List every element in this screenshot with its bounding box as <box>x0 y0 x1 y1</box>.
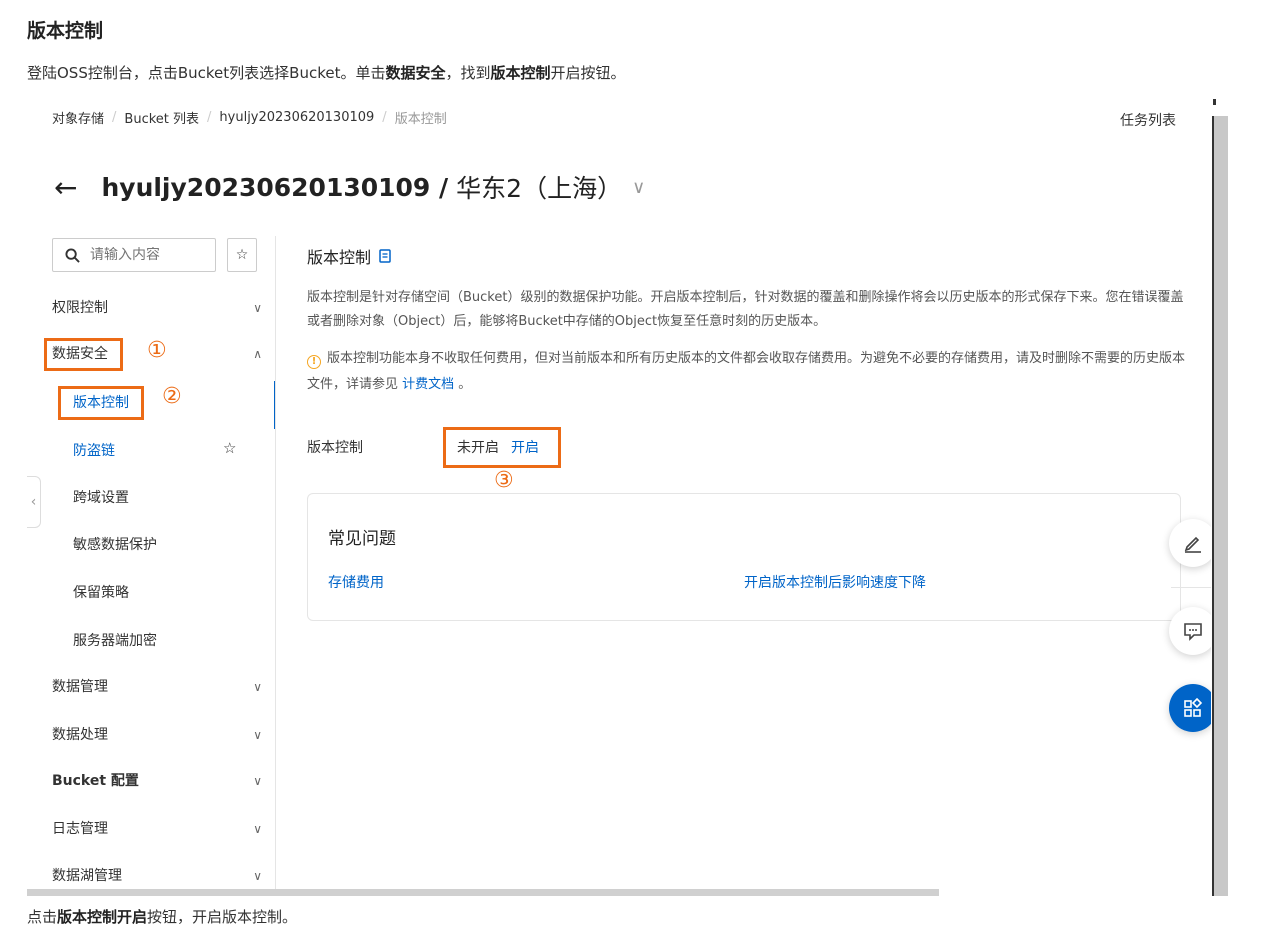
sidebar-item-label: Bucket 配置 <box>52 773 139 789</box>
intro-bold-data-security: 数据安全 <box>385 64 446 82</box>
enable-versioning-button[interactable]: 开启 <box>511 437 539 457</box>
breadcrumb: 对象存储 / Bucket 列表 / hyuljy20230620130109 … <box>52 108 447 127</box>
sidebar-item-data-lake[interactable]: 数据湖管理 ∨ <box>52 864 262 888</box>
star-icon[interactable]: ☆ <box>223 439 236 457</box>
breadcrumb-separator: / <box>382 110 387 125</box>
sidebar-item-label: 日志管理 <box>52 821 108 837</box>
apps-grid-icon <box>1184 697 1203 717</box>
annotation-step-3: ③ <box>494 468 514 493</box>
sidebar-item-label: 数据管理 <box>52 679 108 695</box>
scrollbar-up-arrow[interactable] <box>1213 99 1216 105</box>
sidebar-item-label: 数据处理 <box>52 727 108 743</box>
search-input[interactable] <box>90 247 200 263</box>
breadcrumb-separator: / <box>112 110 117 125</box>
breadcrumb-item-current: 版本控制 <box>394 112 447 127</box>
billing-doc-link[interactable]: 计费文档 <box>402 377 454 392</box>
chat-icon <box>1184 623 1202 641</box>
sidebar-subitem-cors[interactable]: 跨域设置 <box>73 486 129 510</box>
annotation-step-2: ② <box>162 384 182 409</box>
annotation-box-1 <box>44 338 123 371</box>
faq-title: 常见问题 <box>328 529 396 549</box>
chevron-down-icon: ∨ <box>253 822 262 836</box>
outro-text: 点击 <box>27 908 58 926</box>
doc-intro: 登陆OSS控制台，点击Bucket列表选择Bucket。单击数据安全，找到版本控… <box>27 62 626 83</box>
task-list-link[interactable]: 任务列表 <box>1120 110 1176 130</box>
chevron-left-icon: ‹ <box>30 494 37 510</box>
region-label[interactable]: 华东2（上海） <box>456 169 622 205</box>
chevron-down-icon: ∨ <box>253 728 262 742</box>
horizontal-scrollbar[interactable] <box>27 889 939 896</box>
outro-bold: 版本控制开启 <box>57 908 148 926</box>
sidebar-item-logging[interactable]: 日志管理 ∨ <box>52 817 262 841</box>
versioning-status: 未开启 <box>457 440 499 456</box>
chevron-down-icon[interactable]: ∨ <box>632 177 645 198</box>
warning-end: 。 <box>454 377 472 392</box>
feedback-button[interactable] <box>1169 607 1217 655</box>
sidebar-item-data-management[interactable]: 数据管理 ∨ <box>52 675 262 699</box>
faq-link-storage-cost[interactable]: 存储费用 <box>328 572 384 592</box>
sidebar-item-bucket-config[interactable]: Bucket 配置 ∨ <box>52 769 262 793</box>
annotation-box-2 <box>58 386 144 420</box>
breadcrumb-item-oss[interactable]: 对象存储 <box>52 108 104 127</box>
edit-pencil-button[interactable] <box>1169 519 1217 567</box>
favorites-star-icon[interactable]: ☆ <box>227 238 257 272</box>
sidebar-divider <box>275 236 276 896</box>
sidebar-search[interactable] <box>52 238 216 272</box>
bucket-name: hyuljy20230620130109 / <box>101 172 449 202</box>
pencil-icon <box>1184 536 1201 553</box>
doc-outro: 点击版本控制开启按钮，开启版本控制。 <box>27 906 297 927</box>
breadcrumb-item-bucket-list[interactable]: Bucket 列表 <box>124 108 199 127</box>
section-title: 版本控制 <box>307 244 391 268</box>
chevron-down-icon: ∨ <box>253 680 262 694</box>
sidebar-subitem-encryption[interactable]: 服务器端加密 <box>73 629 157 653</box>
sidebar-item-label: 数据湖管理 <box>52 868 122 884</box>
intro-text: 开启按钮。 <box>550 64 626 82</box>
page-title: ← hyuljy20230620130109 / 华东2（上海） ∨ <box>54 169 645 205</box>
chevron-up-icon: ∧ <box>253 347 262 361</box>
search-icon <box>65 247 80 263</box>
section-title-text: 版本控制 <box>307 248 372 267</box>
faq-card: 常见问题 存储费用 开启版本控制后影响速度下降 <box>307 493 1181 621</box>
billing-warning: ! 版本控制功能本身不收取任何费用，但对当前版本和所有历史版本的文件都会收取存储费… <box>307 346 1197 398</box>
sidebar-collapse-tab[interactable]: ‹ <box>27 476 41 528</box>
intro-bold-versioning: 版本控制 <box>490 64 551 82</box>
warning-icon: ! <box>307 355 321 369</box>
breadcrumb-separator: / <box>207 110 212 125</box>
versioning-description: 版本控制是针对存储空间（Bucket）级别的数据保护功能。开启版本控制后，针对数… <box>307 290 1184 329</box>
back-arrow-icon[interactable]: ← <box>54 171 77 204</box>
faq-link-speed-impact[interactable]: 开启版本控制后影响速度下降 <box>744 572 926 592</box>
vertical-scrollbar-thumb[interactable] <box>1212 116 1228 896</box>
intro-text: 登陆OSS控制台，点击Bucket列表选择Bucket。单击 <box>27 64 386 82</box>
outro-text: 按钮，开启版本控制。 <box>147 908 298 926</box>
sidebar-subitem-hotlink[interactable]: 防盗链 <box>73 439 115 463</box>
sidebar-subitem-retention[interactable]: 保留策略 <box>73 581 129 605</box>
document-icon[interactable] <box>379 249 391 263</box>
chevron-down-icon: ∨ <box>253 869 262 883</box>
console-screenshot: 对象存储 / Bucket 列表 / hyuljy20230620130109 … <box>27 96 1229 896</box>
annotation-step-1: ① <box>147 338 167 363</box>
breadcrumb-item-bucket[interactable]: hyuljy20230620130109 <box>219 110 374 125</box>
versioning-field-label: 版本控制 <box>307 440 363 456</box>
sidebar-item-access-control[interactable]: 权限控制 ∨ <box>52 296 262 320</box>
chevron-down-icon: ∨ <box>253 301 262 315</box>
apps-button[interactable] <box>1169 684 1217 732</box>
intro-text: ，找到 <box>445 64 491 82</box>
chevron-down-icon: ∨ <box>253 774 262 788</box>
sidebar-item-label: 权限控制 <box>52 300 108 316</box>
fab-divider <box>1171 587 1211 588</box>
sidebar-subitem-sensitive-data[interactable]: 敏感数据保护 <box>73 533 157 557</box>
sidebar-item-data-processing[interactable]: 数据处理 ∨ <box>52 723 262 747</box>
doc-title: 版本控制 <box>27 20 104 42</box>
